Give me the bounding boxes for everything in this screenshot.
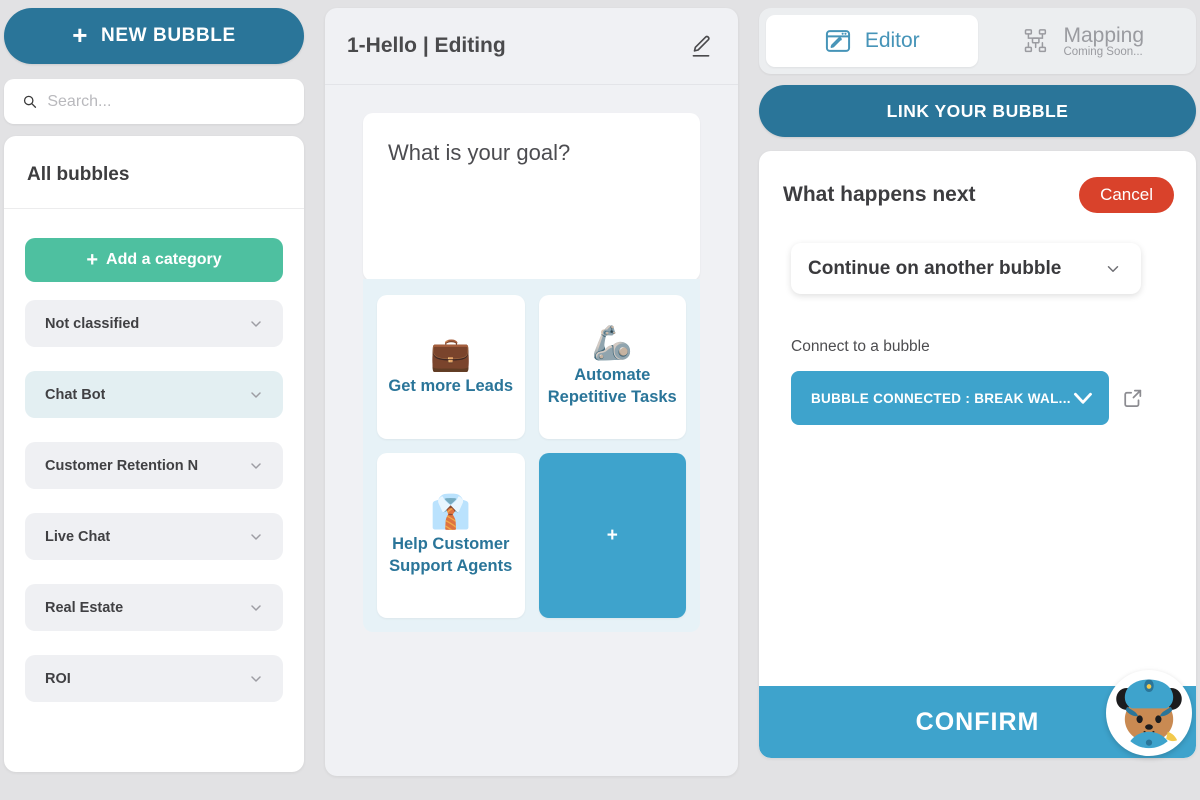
chevron-down-icon[interactable] xyxy=(248,316,264,332)
category-item-real-estate[interactable]: Real Estate xyxy=(25,584,283,631)
search-input[interactable] xyxy=(47,92,286,111)
tab-label: Mapping xyxy=(1063,24,1145,47)
bubble-title: 1-Hello | Editing xyxy=(347,34,506,57)
add-category-button[interactable]: + Add a category xyxy=(25,238,283,282)
category-label: Chat Bot xyxy=(45,386,106,403)
chevron-down-icon[interactable] xyxy=(248,458,264,474)
sitemap-icon xyxy=(1025,29,1047,53)
what-happens-next-body: Continue on another bubble Connect to a … xyxy=(759,213,1196,686)
pencil-icon xyxy=(692,35,710,57)
category-list: Not classified Chat Bot Customer Retenti… xyxy=(25,300,283,702)
chevron-down-icon xyxy=(1074,392,1093,404)
all-bubbles-title: All bubbles xyxy=(4,136,304,209)
necktie-emoji: 👔 xyxy=(430,492,472,530)
category-label: Live Chat xyxy=(45,528,111,545)
bubble-message-text: What is your goal? xyxy=(388,140,571,165)
category-item-not-classified[interactable]: Not classified xyxy=(25,300,283,347)
add-choice-button[interactable]: + xyxy=(538,453,686,618)
plus-icon: + xyxy=(606,524,618,546)
window-pencil-icon xyxy=(825,30,850,52)
choice-label: Help Customer Support Agents xyxy=(389,534,513,575)
chat-mascot-avatar[interactable] xyxy=(1106,670,1192,756)
chevron-down-icon[interactable] xyxy=(248,387,264,403)
mechanical-arm-emoji: 🦾 xyxy=(591,324,633,362)
panel-title: What happens next xyxy=(783,183,976,206)
bubble-choices-area: 💼 Get more Leads 🦾 Automate Repetitive T… xyxy=(363,279,700,632)
connect-to-bubble-label: Connect to a bubble xyxy=(791,338,930,355)
plus-icon: + xyxy=(72,20,88,50)
action-select-value: Continue on another bubble xyxy=(808,257,1062,279)
chevron-down-icon[interactable] xyxy=(248,671,264,687)
bubble-editor-panel: 1-Hello | Editing What is your goal? 💼 G… xyxy=(325,8,738,776)
bubble-editor-header: 1-Hello | Editing xyxy=(325,8,738,85)
chevron-down-icon[interactable] xyxy=(248,600,264,616)
search-box[interactable] xyxy=(4,79,304,124)
mascot-icon xyxy=(1113,678,1185,751)
connected-bubble-row: BUBBLE CONNECTED : BREAK WAL... xyxy=(791,371,1164,425)
category-label: Real Estate xyxy=(45,599,124,616)
plus-icon: + xyxy=(86,248,99,271)
sidebar: + NEW BUBBLE All bubbles + Add a categor… xyxy=(4,8,304,776)
choice-card-automate-repetitive-tasks[interactable]: 🦾 Automate Repetitive Tasks xyxy=(538,295,686,439)
choice-label: Get more Leads xyxy=(388,377,514,396)
category-item-roi[interactable]: ROI xyxy=(25,655,283,702)
connected-bubble-button[interactable]: BUBBLE CONNECTED : BREAK WAL... xyxy=(791,371,1109,425)
chevron-down-icon xyxy=(1107,265,1119,272)
category-label: Customer Retention N xyxy=(45,457,199,474)
all-bubbles-panel: All bubbles + Add a category Not classif… xyxy=(4,136,304,772)
new-bubble-button[interactable]: + NEW BUBBLE xyxy=(4,8,304,64)
view-tabs: Editor Mapping Coming Soon... xyxy=(759,8,1196,74)
link-your-bubble-button[interactable]: LINK YOUR BUBBLE xyxy=(759,85,1196,137)
search-icon xyxy=(23,95,37,108)
category-item-customer-retention[interactable]: Customer Retention N xyxy=(25,442,283,489)
choice-card-help-customer-support-agents[interactable]: 👔 Help Customer Support Agents xyxy=(377,453,525,618)
bubble-message-card[interactable]: What is your goal? xyxy=(363,113,700,281)
open-bubble-button[interactable] xyxy=(1122,387,1144,409)
bubble-choices-grid: 💼 Get more Leads 🦾 Automate Repetitive T… xyxy=(377,295,686,618)
external-link-icon xyxy=(1124,389,1142,407)
app-root: + NEW BUBBLE All bubbles + Add a categor… xyxy=(0,0,1200,800)
right-panel: Editor Mapping Coming Soon... LINK YOUR … xyxy=(759,8,1196,758)
tab-sublabel: Coming Soon... xyxy=(1063,46,1143,58)
new-bubble-label: NEW BUBBLE xyxy=(101,25,236,46)
action-select[interactable]: Continue on another bubble xyxy=(791,243,1141,294)
tab-label: Editor xyxy=(864,29,920,52)
category-label: Not classified xyxy=(45,315,140,332)
category-item-chat-bot[interactable]: Chat Bot xyxy=(25,371,283,418)
choice-label: Automate Repetitive Tasks xyxy=(547,366,677,407)
category-item-live-chat[interactable]: Live Chat xyxy=(25,513,283,560)
cancel-button[interactable]: Cancel xyxy=(1079,177,1174,213)
choice-card-get-more-leads[interactable]: 💼 Get more Leads xyxy=(377,295,525,439)
category-label: ROI xyxy=(45,670,71,687)
connected-bubble-label: BUBBLE CONNECTED : BREAK WAL... xyxy=(811,390,1071,406)
chevron-down-icon[interactable] xyxy=(248,529,264,545)
what-happens-next-header: What happens next Cancel xyxy=(759,151,1196,213)
tab-mapping[interactable]: Mapping Coming Soon... xyxy=(978,15,1190,67)
what-happens-next-panel: What happens next Cancel Continue on ano… xyxy=(759,151,1196,758)
add-category-label: Add a category xyxy=(106,251,222,268)
tab-editor[interactable]: Editor xyxy=(766,15,978,67)
briefcase-emoji: 💼 xyxy=(430,334,472,372)
bubble-stage: What is your goal? 💼 Get more Leads 🦾 Au… xyxy=(325,85,738,632)
edit-bubble-button[interactable] xyxy=(688,33,714,59)
